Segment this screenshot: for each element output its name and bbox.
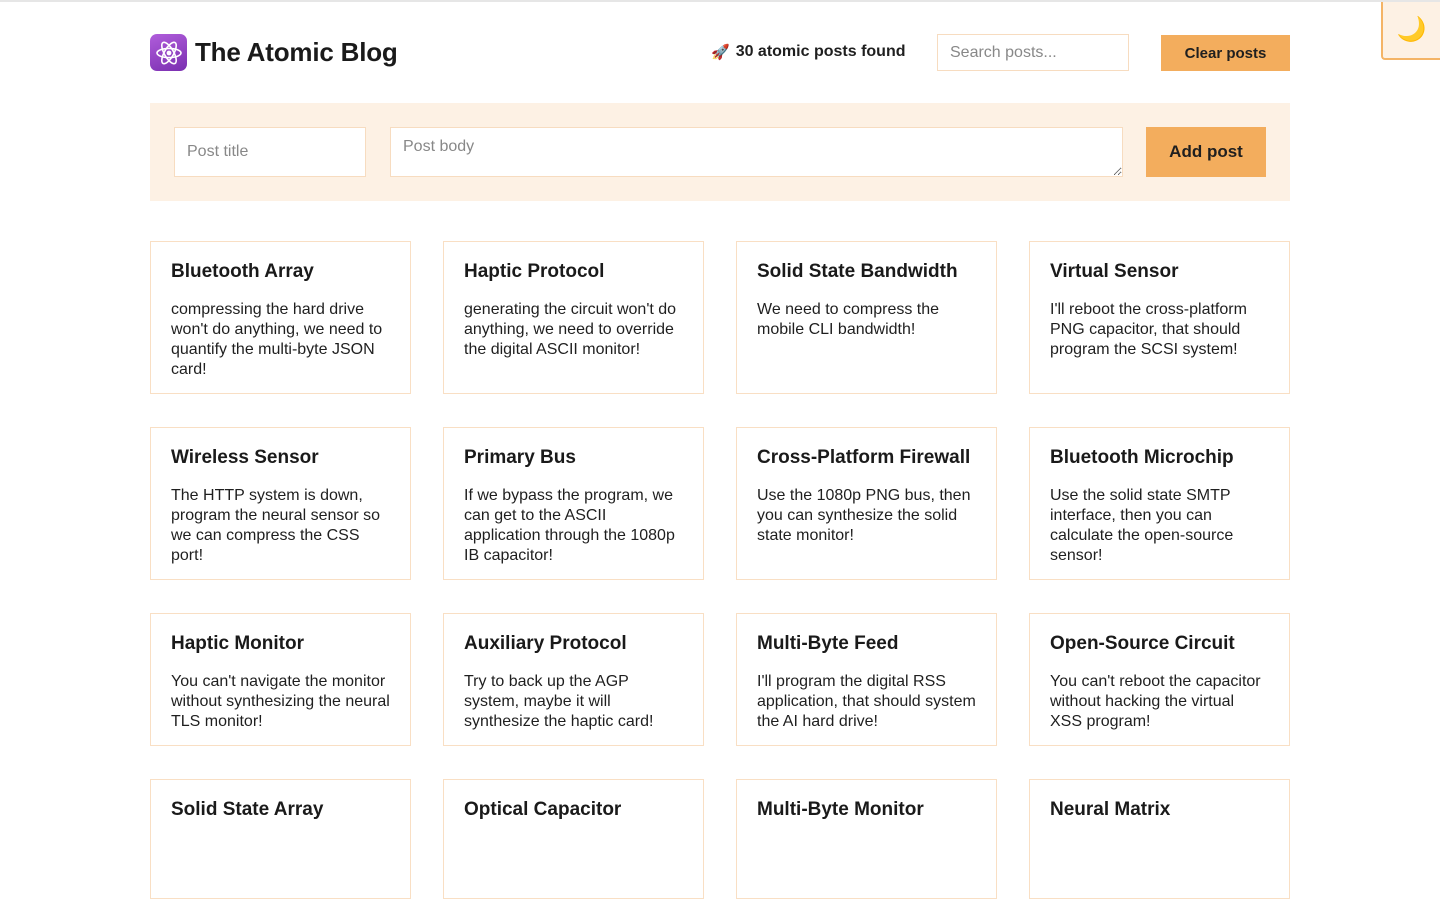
posts-count: 🚀 30 atomic posts found	[711, 43, 905, 61]
post-card: Optical Capacitor	[443, 779, 704, 899]
post-card: Solid State Array	[150, 779, 411, 899]
post-body: If we bypass the program, we can get to …	[464, 487, 675, 564]
post-card: Auxiliary Protocol Try to back up the AG…	[443, 613, 704, 746]
post-title: Bluetooth Array	[171, 261, 314, 282]
post-title: Primary Bus	[464, 447, 576, 468]
site-title: The Atomic Blog	[195, 37, 398, 67]
post-card: Open-Source Circuit You can't reboot the…	[1029, 613, 1290, 746]
rocket-icon: 🚀	[711, 44, 730, 61]
post-card: Wireless Sensor The HTTP system is down,…	[150, 427, 411, 580]
atom-icon	[150, 34, 187, 71]
post-card: Cross-Platform Firewall Use the 1080p PN…	[736, 427, 997, 580]
post-title: Open-Source Circuit	[1050, 633, 1235, 654]
post-body-input[interactable]	[390, 127, 1123, 177]
post-card: Bluetooth Microchip Use the solid state …	[1029, 427, 1290, 580]
post-card: Bluetooth Array compressing the hard dri…	[150, 241, 411, 394]
post-title: Auxiliary Protocol	[464, 633, 627, 654]
add-post-form: Add post	[150, 103, 1290, 201]
post-body: The HTTP system is down, program the neu…	[171, 487, 380, 564]
post-title: Multi-Byte Monitor	[757, 799, 924, 820]
moon-icon: 🌙	[1396, 16, 1427, 43]
post-body: Use the solid state SMTP interface, then…	[1050, 487, 1234, 564]
post-card: Neural Matrix	[1029, 779, 1290, 899]
search-input[interactable]	[937, 34, 1129, 71]
post-body: You can't navigate the monitor without s…	[171, 673, 390, 730]
post-title: Bluetooth Microchip	[1050, 447, 1234, 468]
post-title: Virtual Sensor	[1050, 261, 1179, 282]
clear-posts-button[interactable]: Clear posts	[1161, 35, 1290, 71]
theme-toggle-button[interactable]: 🌙	[1381, 2, 1440, 60]
app-container: The Atomic Blog 🚀 30 atomic posts found …	[150, 0, 1290, 899]
post-body: I'll program the digital RSS application…	[757, 673, 976, 730]
post-card: Haptic Monitor You can't navigate the mo…	[150, 613, 411, 746]
post-body: We need to compress the mobile CLI bandw…	[757, 301, 940, 338]
post-title: Optical Capacitor	[464, 799, 622, 820]
post-body: You can't reboot the capacitor without h…	[1050, 673, 1261, 730]
post-body: compressing the hard drive won't do anyt…	[171, 301, 383, 378]
post-title: Wireless Sensor	[171, 447, 319, 468]
add-post-button[interactable]: Add post	[1146, 127, 1266, 177]
post-body: Try to back up the AGP system, maybe it …	[464, 673, 654, 730]
site-header: The Atomic Blog 🚀 30 atomic posts found …	[150, 0, 1290, 103]
post-title: Multi-Byte Feed	[757, 633, 899, 654]
post-card: Virtual Sensor I'll reboot the cross-pla…	[1029, 241, 1290, 394]
logo: The Atomic Blog	[150, 34, 398, 71]
post-card: Primary Bus If we bypass the program, we…	[443, 427, 704, 580]
post-title: Haptic Monitor	[171, 633, 304, 654]
post-card: Solid State Bandwidth We need to compres…	[736, 241, 997, 394]
post-title: Cross-Platform Firewall	[757, 447, 971, 468]
posts-count-text: 30 atomic posts found	[735, 43, 906, 60]
post-card: Multi-Byte Feed I'll program the digital…	[736, 613, 997, 746]
post-title: Neural Matrix	[1050, 799, 1171, 820]
post-title-input[interactable]	[174, 127, 366, 177]
post-title: Haptic Protocol	[464, 261, 605, 282]
post-card: Haptic Protocol generating the circuit w…	[443, 241, 704, 394]
post-title: Solid State Array	[171, 799, 324, 820]
post-body: generating the circuit won't do anything…	[464, 301, 677, 358]
posts-grid: Bluetooth Array compressing the hard dri…	[150, 241, 1290, 899]
post-card: Multi-Byte Monitor	[736, 779, 997, 899]
post-title: Solid State Bandwidth	[757, 261, 958, 282]
post-body: I'll reboot the cross-platform PNG capac…	[1050, 301, 1247, 358]
post-body: Use the 1080p PNG bus, then you can synt…	[757, 487, 971, 544]
